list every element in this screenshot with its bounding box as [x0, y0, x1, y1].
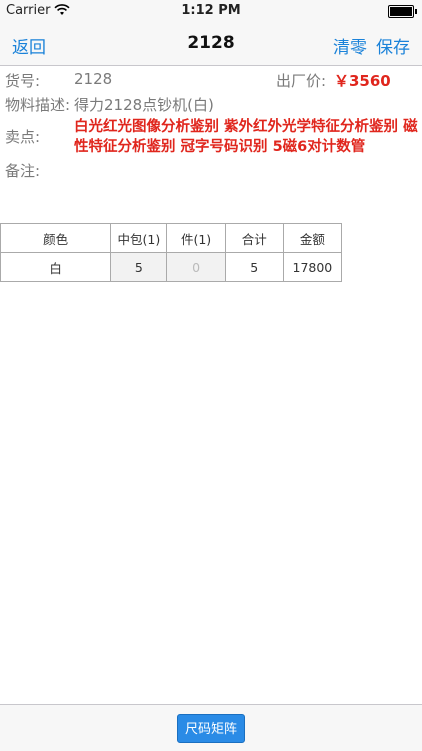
cell-piece-input[interactable]: 0 [166, 252, 226, 282]
header-total: 合计 [224, 223, 284, 253]
table-row: 白 5 0 5 17800 [0, 252, 343, 282]
status-time: 1:12 PM [181, 3, 241, 18]
cell-middle-pack-input[interactable]: 5 [110, 252, 168, 282]
quantity-table: 颜色 中包(1) 件(1) 合计 金额 白 5 0 5 17800 [0, 223, 343, 282]
navigation-bar: 返回 2128 清零 保存 [0, 22, 422, 66]
battery-icon [388, 5, 417, 18]
cell-total: 5 [224, 252, 284, 282]
item-no-label: 货号: [5, 72, 41, 90]
table-header-row: 颜色 中包(1) 件(1) 合计 金额 [0, 223, 343, 253]
header-color: 颜色 [0, 223, 112, 253]
status-bar: Carrier 1:12 PM [0, 0, 422, 22]
save-button[interactable]: 保存 [376, 33, 410, 58]
cell-color: 白 [0, 252, 112, 282]
selling-points-label: 卖点: [5, 128, 41, 146]
factory-price-value: ￥3560 [334, 72, 391, 90]
item-no-value: 2128 [74, 70, 113, 88]
clear-button[interactable]: 清零 [333, 33, 367, 58]
factory-price-label: 出厂价: [276, 72, 327, 90]
remarks-label: 备注: [5, 162, 41, 180]
description-label: 物料描述: [5, 96, 71, 114]
back-button[interactable]: 返回 [12, 33, 46, 58]
selling-points-value: 白光红光图像分析鉴别 紫外红外光学特征分析鉴别 磁性特征分析鉴别 冠字号码识别 … [74, 119, 418, 155]
header-piece: 件(1) [166, 223, 226, 253]
description-value: 得力2128点钞机(白) [74, 96, 214, 114]
bottom-toolbar: 尺码矩阵 [0, 704, 422, 751]
header-middle-pack: 中包(1) [110, 223, 168, 253]
cell-amount: 17800 [282, 252, 343, 282]
header-amount: 金额 [282, 223, 343, 253]
size-matrix-button[interactable]: 尺码矩阵 [177, 714, 245, 743]
